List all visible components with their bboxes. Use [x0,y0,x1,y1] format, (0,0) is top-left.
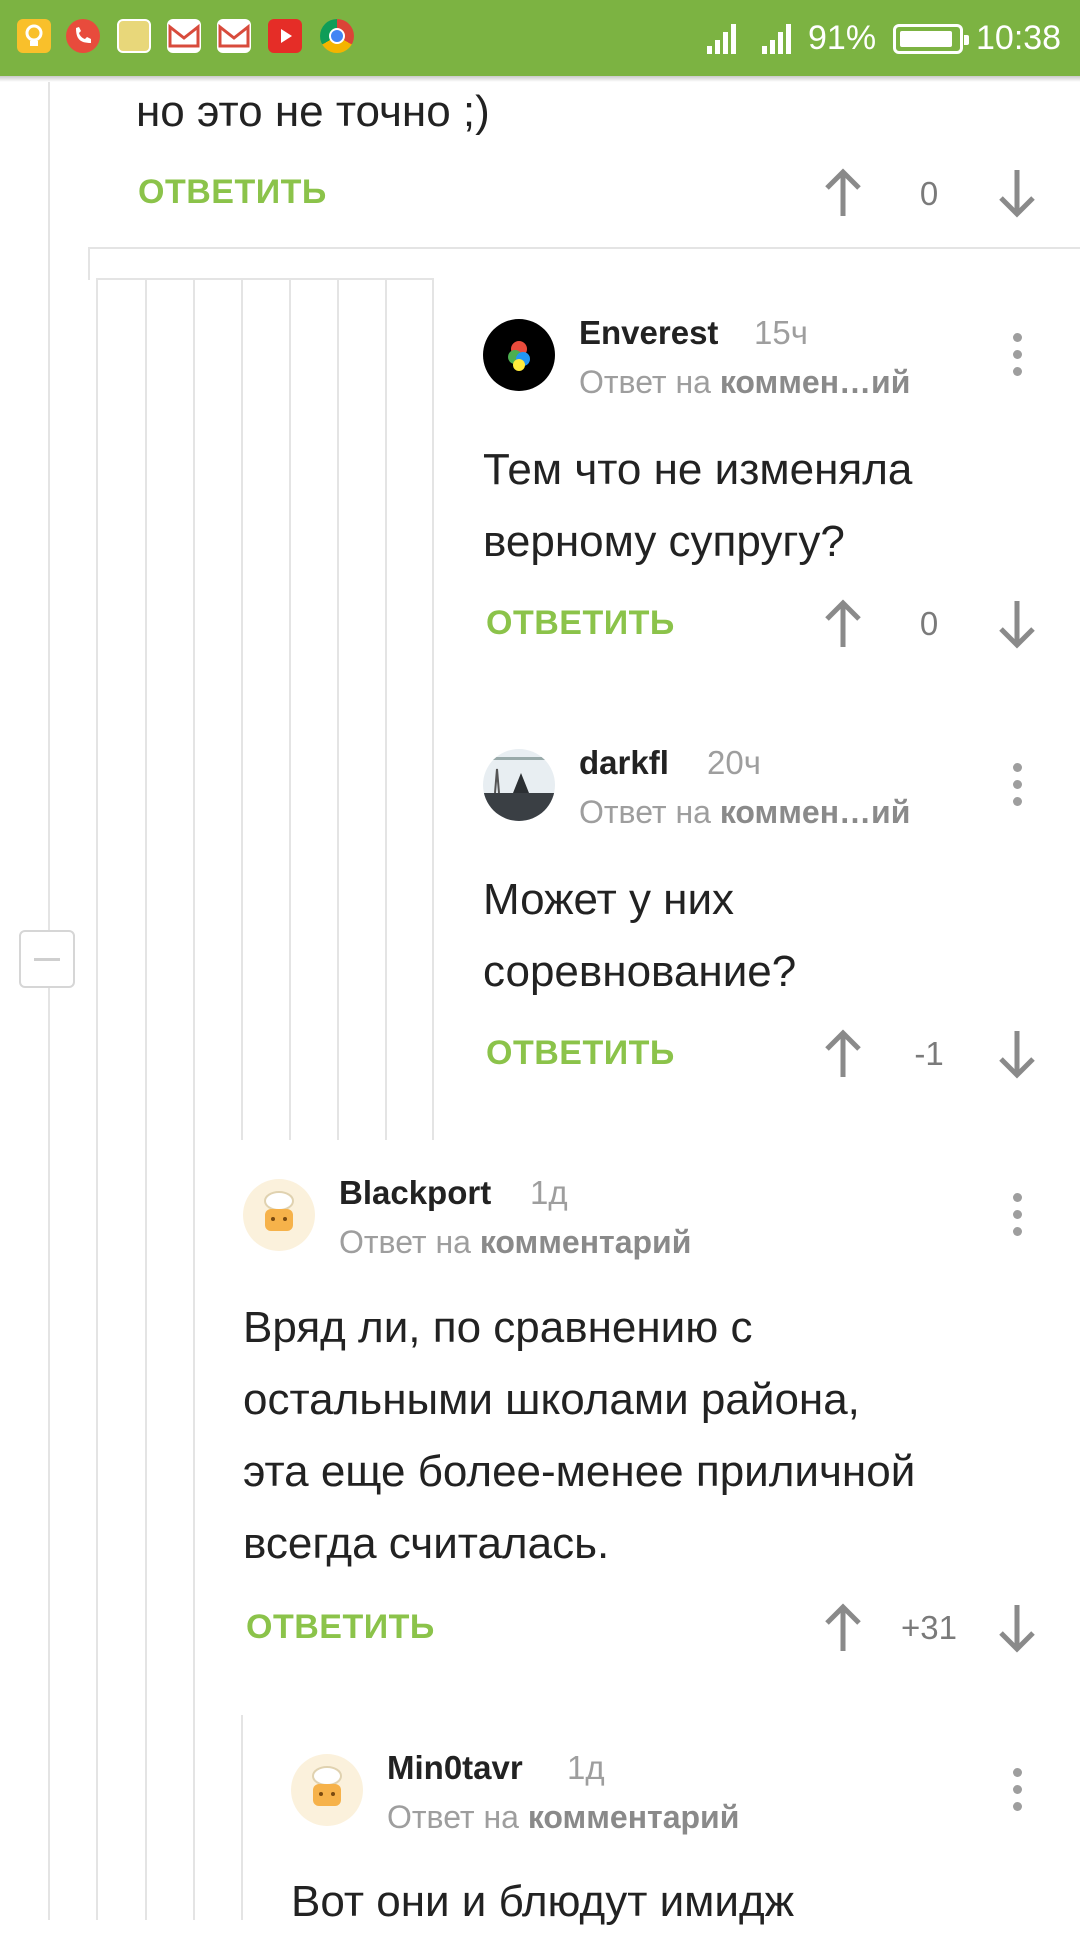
comment-text: Тем что не изменяла верному супругу? [483,445,913,566]
reply-button[interactable]: ОТВЕТИТЬ [138,173,327,212]
avatar[interactable] [243,1179,315,1251]
upvote-icon[interactable] [823,599,863,649]
more-options-icon[interactable] [1011,763,1023,813]
thread-line [48,82,50,1920]
signal-icon [707,24,736,54]
lightbulb-icon [17,19,51,53]
downvote-icon[interactable] [997,1603,1037,1653]
gmail-icon [167,19,201,53]
reply-button[interactable]: ОТВЕТИТЬ [486,604,675,643]
more-options-icon[interactable] [1011,333,1023,383]
reply-to-link[interactable]: Ответ на коммен…ий [579,364,910,401]
more-options-icon[interactable] [1011,1768,1023,1818]
comment-score: -1 [914,1035,944,1072]
upvote-icon[interactable] [823,1603,863,1653]
comment-time: 1д [530,1174,568,1211]
status-bar: 91% 10:38 [0,0,1080,76]
chrome-icon [320,19,354,53]
comment-text: Вряд ли, по сравнению с остальными школам… [243,1303,916,1568]
comment-text: но это не точно ;) [136,87,490,136]
downvote-icon[interactable] [997,1029,1037,1079]
thread-divider [88,247,1080,249]
more-options-icon[interactable] [1011,1193,1023,1243]
app-icon [117,19,151,53]
comment-score: 0 [919,605,939,642]
reply-button[interactable]: ОТВЕТИТЬ [246,1608,435,1647]
comment-author[interactable]: darkfl [579,744,669,782]
reply-to-link[interactable]: Ответ на коммен…ий [579,794,910,831]
battery-percent: 91% [808,19,877,57]
comment-text: Вот они и блюдут имидж [291,1877,795,1926]
battery-icon [893,24,969,54]
comment-author[interactable]: Blackport [339,1174,491,1212]
comment-score: 0 [919,175,939,212]
avatar[interactable] [483,749,555,821]
avatar[interactable] [291,1754,363,1826]
missed-call-icon [66,19,100,53]
comment-time: 15ч [754,314,808,351]
downvote-icon[interactable] [997,599,1037,649]
upvote-icon[interactable] [823,1029,863,1079]
comment-time: 1д [567,1749,605,1786]
downvote-icon[interactable] [997,168,1037,218]
upvote-icon[interactable] [823,168,863,218]
comment-author[interactable]: Min0tavr [387,1749,523,1787]
comment-score: +31 [901,1609,957,1646]
reply-to-link[interactable]: Ответ на комментарий [387,1799,739,1836]
comment-time: 20ч [707,744,761,781]
gmail-icon [217,19,251,53]
clock: 10:38 [976,19,1062,57]
collapse-thread-button[interactable] [19,930,75,988]
comment-author[interactable]: Enverest [579,314,718,352]
reply-button[interactable]: ОТВЕТИТЬ [486,1034,675,1073]
avatar[interactable] [483,319,555,391]
comment-text: Может у них соревнование? [483,875,797,996]
signal-icon [762,24,791,54]
reply-to-link[interactable]: Ответ на комментарий [339,1224,691,1261]
youtube-icon [268,19,302,53]
